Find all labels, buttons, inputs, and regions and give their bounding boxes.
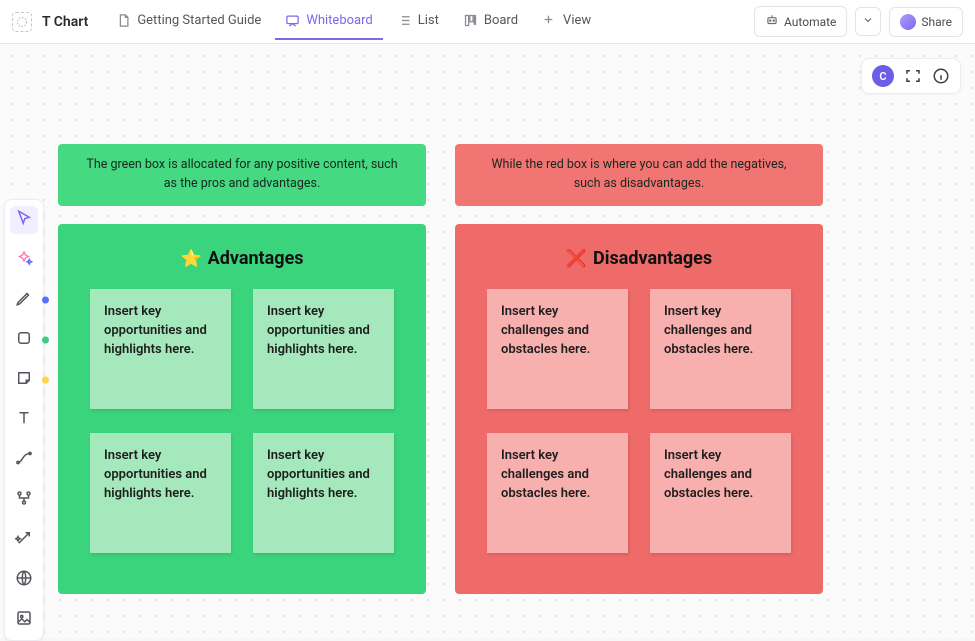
image-icon: [15, 609, 33, 631]
canvas-info-bar: C: [861, 58, 961, 94]
user-avatar[interactable]: C: [872, 65, 894, 87]
advantages-title: Advantages: [208, 248, 304, 269]
fit-icon[interactable]: [904, 67, 922, 85]
advantages-title-row: ⭐ Advantages: [76, 248, 408, 269]
chevron-down-icon: [862, 14, 874, 29]
tab-board[interactable]: Board: [453, 3, 528, 40]
automate-dropdown[interactable]: [855, 7, 881, 36]
tab-label: Getting Started Guide: [137, 13, 261, 28]
magic-icon: [15, 529, 33, 551]
connector-icon: [15, 449, 33, 471]
sticky-note[interactable]: Insert key opportunities and highlights …: [253, 433, 394, 553]
advantages-panel[interactable]: ⭐ Advantages Insert key opportunities and…: [58, 224, 426, 594]
page-title: T Chart: [42, 14, 88, 30]
share-button[interactable]: Share: [889, 7, 963, 37]
sticky-note[interactable]: Insert key opportunities and highlights …: [253, 289, 394, 409]
automate-label: Automate: [784, 15, 836, 29]
boardview-icon: [463, 13, 478, 28]
disadvantages-title: Disadvantages: [593, 248, 712, 269]
stickynote-icon: [15, 369, 33, 391]
whiteboard-icon: [285, 13, 300, 28]
info-icon[interactable]: [932, 67, 950, 85]
diagram-icon: [15, 489, 33, 511]
diagram-tool[interactable]: [10, 486, 38, 514]
web-tool[interactable]: [10, 566, 38, 594]
cross-icon: ❌: [566, 249, 587, 269]
text-tool[interactable]: [10, 406, 38, 434]
disadvantages-title-row: ❌ Disadvantages: [473, 248, 805, 269]
cursor-icon: [15, 209, 33, 231]
sticky-note[interactable]: Insert key challenges and obstacles here…: [487, 289, 628, 409]
shape-tool[interactable]: [10, 326, 38, 354]
topbar-right: Automate Share: [754, 6, 963, 37]
shape-icon: [15, 329, 33, 351]
automate-button[interactable]: Automate: [754, 6, 847, 37]
plus-icon: [542, 13, 557, 28]
doc-icon: [116, 13, 131, 28]
sticky-note[interactable]: Insert key challenges and obstacles here…: [650, 433, 791, 553]
star-icon: ⭐: [180, 249, 201, 269]
color-dot-yellow[interactable]: [42, 377, 49, 384]
tab-getting-started[interactable]: Getting Started Guide: [106, 3, 271, 40]
topbar-left: T Chart Getting Started Guide Whiteboard…: [12, 3, 750, 40]
connector-tool[interactable]: [10, 446, 38, 474]
tab-label: View: [563, 13, 591, 28]
whiteboard-canvas[interactable]: C: [0, 44, 975, 638]
green-description-box[interactable]: The green box is allocated for any posit…: [58, 144, 426, 206]
tab-list[interactable]: List: [387, 3, 449, 40]
sticky-note[interactable]: Insert key challenges and obstacles here…: [487, 433, 628, 553]
web-icon: [15, 569, 33, 591]
color-dot-blue[interactable]: [42, 297, 49, 304]
sticky-tool[interactable]: [10, 366, 38, 394]
image-tool[interactable]: [10, 606, 38, 634]
tab-label: List: [418, 13, 439, 28]
robot-icon: [765, 13, 779, 30]
share-avatar-icon: [900, 14, 916, 30]
tab-label: Board: [484, 13, 518, 28]
tab-label: Whiteboard: [306, 13, 372, 28]
tab-whiteboard[interactable]: Whiteboard: [275, 3, 382, 40]
red-description-text: While the red box is where you can add t…: [491, 157, 786, 191]
sticky-note[interactable]: Insert key challenges and obstacles here…: [650, 289, 791, 409]
tool-dock: [4, 199, 44, 641]
disadvantages-notes-grid: Insert key challenges and obstacles here…: [473, 289, 805, 553]
ai-tool[interactable]: [10, 246, 38, 274]
disadvantages-panel[interactable]: ❌ Disadvantages Insert key challenges and…: [455, 224, 823, 594]
sticky-note[interactable]: Insert key opportunities and highlights …: [90, 289, 231, 409]
pen-icon: [15, 289, 33, 311]
advantages-notes-grid: Insert key opportunities and highlights …: [76, 289, 408, 553]
cursor-tool[interactable]: [10, 206, 38, 234]
red-description-box[interactable]: While the red box is where you can add t…: [455, 144, 823, 206]
top-bar: T Chart Getting Started Guide Whiteboard…: [0, 0, 975, 44]
tab-add-view[interactable]: View: [532, 3, 601, 40]
sticky-note[interactable]: Insert key opportunities and highlights …: [90, 433, 231, 553]
pen-tool[interactable]: [10, 286, 38, 314]
share-label: Share: [921, 15, 952, 29]
text-icon: [15, 409, 33, 431]
magic-tool[interactable]: [10, 526, 38, 554]
sparkle-icon: [15, 249, 33, 271]
list-icon: [397, 13, 412, 28]
space-icon[interactable]: [12, 12, 32, 32]
green-description-text: The green box is allocated for any posit…: [86, 157, 397, 191]
color-dot-green[interactable]: [42, 337, 49, 344]
